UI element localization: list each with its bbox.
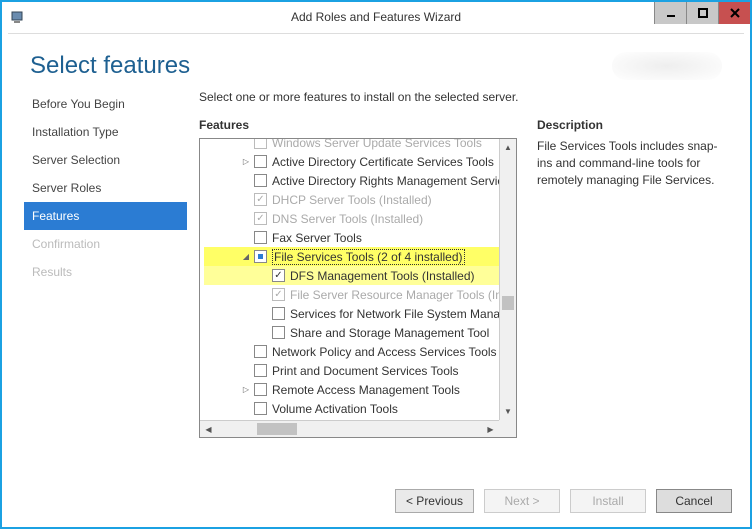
tree-node[interactable]: ▷Services for Network File System Manag xyxy=(204,304,499,323)
hscroll-thumb[interactable] xyxy=(257,423,297,435)
tree-node[interactable]: ▷ Active Directory Certificate Services T… xyxy=(204,152,499,171)
feature-checkbox[interactable] xyxy=(272,307,285,320)
feature-checkbox[interactable] xyxy=(272,326,285,339)
sidebar-step-server-selection[interactable]: Server Selection xyxy=(24,146,187,174)
sidebar-step-confirmation: Confirmation xyxy=(24,230,187,258)
sidebar-step-before-you-begin[interactable]: Before You Begin xyxy=(24,90,187,118)
feature-checkbox[interactable] xyxy=(254,402,267,415)
collapse-icon[interactable]: ◢ xyxy=(240,251,252,263)
main-panel: Select one or more features to install o… xyxy=(187,90,732,438)
description-column: Description File Services Tools includes… xyxy=(537,118,732,438)
feature-label: DNS Server Tools (Installed) xyxy=(272,212,423,226)
scroll-left-arrow-icon[interactable]: ◀ xyxy=(200,421,217,437)
expand-icon[interactable]: ▷ xyxy=(240,156,252,168)
tree-node[interactable]: ▷Share and Storage Management Tool xyxy=(204,323,499,342)
tree-node[interactable]: ▷File Server Resource Manager Tools (Ins xyxy=(204,285,499,304)
feature-checkbox[interactable] xyxy=(254,139,267,149)
hscroll-track[interactable] xyxy=(217,421,482,437)
feature-label: File Server Resource Manager Tools (Ins xyxy=(290,288,499,302)
feature-label: Active Directory Certificate Services To… xyxy=(272,155,494,169)
feature-label: Remote Access Management Tools xyxy=(272,383,460,397)
wizard-window: Add Roles and Features Wizard Select fea… xyxy=(0,0,752,529)
feature-checkbox[interactable] xyxy=(254,231,267,244)
wizard-body: Before You BeginInstallation TypeServer … xyxy=(2,90,750,438)
tree-node[interactable]: ▷Fax Server Tools xyxy=(204,228,499,247)
scroll-up-arrow-icon[interactable]: ▲ xyxy=(500,139,516,156)
maximize-button[interactable] xyxy=(686,2,718,24)
feature-checkbox[interactable] xyxy=(254,345,267,358)
feature-checkbox[interactable] xyxy=(254,174,267,187)
features-heading: Features xyxy=(199,118,517,132)
feature-checkbox[interactable] xyxy=(254,155,267,168)
expand-icon[interactable]: ▷ xyxy=(240,384,252,396)
description-heading: Description xyxy=(537,118,732,132)
tree-node[interactable]: ▷DHCP Server Tools (Installed) xyxy=(204,190,499,209)
feature-checkbox[interactable] xyxy=(254,193,267,206)
close-button[interactable] xyxy=(718,2,750,24)
tree-node[interactable]: ▷ Remote Access Management Tools xyxy=(204,380,499,399)
feature-checkbox[interactable] xyxy=(272,288,285,301)
sidebar-step-features[interactable]: Features xyxy=(24,202,187,230)
features-column: Features ▷Windows Server Update Services… xyxy=(199,118,517,438)
feature-label: Windows Server Update Services Tools xyxy=(272,139,482,150)
window-controls xyxy=(654,2,750,24)
feature-label: Network Policy and Access Services Tools xyxy=(272,345,497,359)
titlebar: Add Roles and Features Wizard xyxy=(2,2,750,32)
tree-node[interactable]: ▷Network Policy and Access Services Tool… xyxy=(204,342,499,361)
window-title: Add Roles and Features Wizard xyxy=(2,10,750,24)
feature-label: DHCP Server Tools (Installed) xyxy=(272,193,432,207)
feature-checkbox[interactable] xyxy=(272,269,285,282)
tree-viewport: ▷Windows Server Update Services Tools▷Ac… xyxy=(200,139,499,420)
tree-node[interactable]: ▷Volume Activation Tools xyxy=(204,399,499,418)
vscroll-track[interactable] xyxy=(500,156,516,403)
cancel-button[interactable]: Cancel xyxy=(656,489,732,513)
wizard-steps-sidebar: Before You BeginInstallation TypeServer … xyxy=(2,90,187,438)
header-graphic xyxy=(612,52,722,80)
sidebar-step-installation-type[interactable]: Installation Type xyxy=(24,118,187,146)
sidebar-step-server-roles[interactable]: Server Roles xyxy=(24,174,187,202)
minimize-button[interactable] xyxy=(654,2,686,24)
features-tree: ▷Windows Server Update Services Tools▷Ac… xyxy=(199,138,517,438)
tree-node[interactable]: ▷DFS Management Tools (Installed) xyxy=(204,266,499,285)
tree-node[interactable]: ▷Active Directory Rights Management Serv… xyxy=(204,171,499,190)
wizard-footer: < Previous Next > Install Cancel xyxy=(2,479,750,527)
description-text: File Services Tools includes snap-ins an… xyxy=(537,138,732,188)
feature-label: DFS Management Tools (Installed) xyxy=(290,269,475,283)
feature-checkbox[interactable] xyxy=(254,364,267,377)
feature-label: Fax Server Tools xyxy=(272,231,362,245)
vertical-scrollbar[interactable]: ▲ ▼ xyxy=(499,139,516,420)
sidebar-step-results: Results xyxy=(24,258,187,286)
feature-checkbox[interactable] xyxy=(254,383,267,396)
feature-label: Print and Document Services Tools xyxy=(272,364,459,378)
feature-label: File Services Tools (2 of 4 installed) xyxy=(272,249,465,265)
scroll-down-arrow-icon[interactable]: ▼ xyxy=(500,403,516,420)
instruction-text: Select one or more features to install o… xyxy=(199,90,732,104)
vscroll-thumb[interactable] xyxy=(502,296,514,310)
app-icon xyxy=(10,9,26,25)
scroll-right-arrow-icon[interactable]: ▶ xyxy=(482,421,499,437)
horizontal-scrollbar[interactable]: ◀ ▶ xyxy=(200,420,499,437)
next-button[interactable]: Next > xyxy=(484,489,560,513)
tree-node[interactable]: ▷DNS Server Tools (Installed) xyxy=(204,209,499,228)
feature-label: Volume Activation Tools xyxy=(272,402,398,416)
feature-label: Share and Storage Management Tool xyxy=(290,326,489,340)
scroll-corner xyxy=(499,420,516,437)
previous-button[interactable]: < Previous xyxy=(395,489,474,513)
page-title: Select features xyxy=(30,52,190,80)
tree-node[interactable]: ▷Print and Document Services Tools xyxy=(204,361,499,380)
feature-label: Active Directory Rights Management Servi… xyxy=(272,174,499,188)
tree-node[interactable]: ◢ File Services Tools (2 of 4 installed) xyxy=(204,247,499,266)
feature-checkbox[interactable] xyxy=(254,212,267,225)
tree-node[interactable]: ▷Windows Server Update Services Tools xyxy=(204,139,499,152)
install-button[interactable]: Install xyxy=(570,489,646,513)
feature-checkbox[interactable] xyxy=(254,250,267,263)
page-header: Select features xyxy=(2,34,750,90)
columns: Features ▷Windows Server Update Services… xyxy=(199,118,732,438)
feature-label: Services for Network File System Manag xyxy=(290,307,499,321)
